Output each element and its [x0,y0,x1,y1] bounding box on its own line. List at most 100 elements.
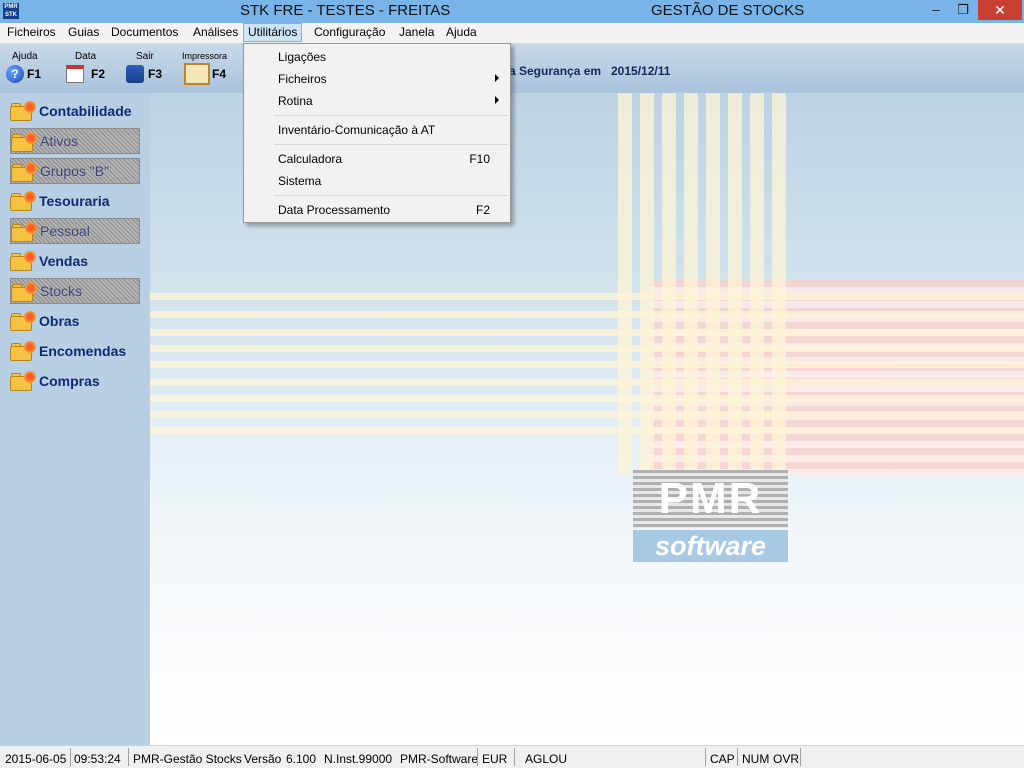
sidebar-item-grupos-b: Grupos "B" [10,158,140,184]
close-button[interactable]: ✕ [978,0,1022,20]
window-title: STK FRE - TESTES - FREITAS [240,2,451,19]
menu-item-ligacoes[interactable]: Ligações [244,46,510,68]
folder-icon [10,311,36,331]
sidebar-item-stocks: Stocks [10,278,140,304]
printer-tool-key: F4 [212,67,227,81]
menu-item-label: Inventário-Comunicação à AT [278,123,436,137]
submenu-arrow-icon [495,74,499,82]
folder-icon [11,222,37,242]
folder-icon [11,282,37,302]
status-bar: 2015-06-05 09:53:24 PMR-Gestão Stocks Ve… [0,745,1024,768]
sidebar-item-tesouraria[interactable]: Tesouraria [10,188,142,214]
menu-item-sistema[interactable]: Sistema [244,170,510,192]
minimize-button[interactable]: ‒ [922,0,950,20]
menu-item-calculadora[interactable]: Calculadora F10 [244,148,510,170]
exit-tool-button[interactable]: Sair F3 [126,47,166,89]
menu-item-shortcut: F10 [469,152,490,166]
status-separator [477,748,478,766]
logo-pmr-text: PMR [633,470,788,528]
help-tool-key: F1 [27,67,42,81]
sidebar-item-compras[interactable]: Compras [10,368,142,394]
menu-item-label: Ligações [278,50,327,64]
status-user: AGLOU [525,752,568,766]
menu-janela[interactable]: Janela [395,23,438,42]
status-separator [737,748,738,766]
menu-item-shortcut: F2 [475,203,490,217]
folder-icon [10,191,36,211]
exit-tool-key: F3 [148,67,163,81]
status-date: 2015-06-05 [5,752,67,766]
submenu-arrow-icon [495,96,499,104]
menu-documentos[interactable]: Documentos [107,23,182,42]
date-tool-label: Data [75,51,97,62]
background-vbar [640,93,654,473]
menu-analises[interactable]: Análises [189,23,242,42]
status-version-label: Versão [244,752,282,766]
sidebar-item-obras[interactable]: Obras [10,308,142,334]
sidebar-item-label: Ativos [40,133,79,149]
sidebar-item-label: Tesouraria [39,193,110,209]
background-vbar [662,93,676,473]
utilitarios-dropdown: Ligações Ficheiros Rotina Inventário-Com… [243,43,511,223]
sidebar-item-label: Contabilidade [39,103,132,119]
background-vbar [750,93,764,473]
window-subtitle: GESTÃO DE STOCKS [651,2,805,19]
status-time: 09:53:24 [74,752,121,766]
restore-button[interactable]: ❐ [950,0,976,20]
menu-item-inventario-at[interactable]: Inventário-Comunicação à AT [244,119,510,141]
status-separator [514,748,515,766]
menu-configuracao[interactable]: Configuração [310,23,389,42]
sidebar-item-vendas[interactable]: Vendas [10,248,142,274]
menu-item-rotina[interactable]: Rotina [244,90,510,112]
status-app-name: PMR-Gestão Stocks [133,752,242,766]
status-ovr: OVR [773,752,800,766]
menu-item-ficheiros[interactable]: Ficheiros [244,68,510,90]
sidebar-item-ativos: Ativos [10,128,140,154]
menu-item-label: Calculadora [278,152,343,166]
background-stripes [150,283,1024,453]
security-copy-date: 2015/12/11 [611,64,671,78]
status-currency: EUR [482,752,508,766]
folder-icon [11,132,37,152]
menu-bar: Ficheiros Guias Documentos Análises Util… [0,23,1024,43]
folder-icon [10,251,36,271]
sidebar-item-encomendas[interactable]: Encomendas [10,338,142,364]
menu-separator [274,195,508,196]
toolbar: Ajuda ? F1 Data F2 Sair F3 Impressora F4… [0,43,1024,93]
date-tool-key: F2 [91,67,106,81]
logo-software-text: software [633,530,788,562]
help-tool-button[interactable]: Ajuda ? F1 [6,47,46,89]
folder-icon [10,371,36,391]
status-version: 6.100 [286,752,317,766]
background-vbar [706,93,720,473]
help-tool-label: Ajuda [12,51,38,62]
menu-item-label: Data Processamento [278,203,391,217]
background-vbar [728,93,742,473]
background-vbar [684,93,698,473]
folder-icon [10,101,36,121]
printer-tool-label: Impressora [182,51,228,61]
folder-icon [11,162,37,182]
status-num: NUM [742,752,770,766]
menu-separator [274,144,508,145]
menu-item-label: Rotina [278,94,313,108]
printer-tool-button[interactable]: Impressora F4 [182,47,232,89]
pmr-software-logo: PMR software [633,470,788,562]
menu-guias[interactable]: Guias [64,23,103,42]
app-icon-text-top: PMR [4,4,18,10]
menu-separator [274,115,508,116]
sidebar-item-label: Pessoal [40,223,90,239]
sidebar-item-contabilidade[interactable]: Contabilidade [10,98,142,124]
status-separator [800,748,801,766]
printer-icon [184,63,210,85]
sidebar-item-pessoal: Pessoal [10,218,140,244]
menu-utilitarios[interactable]: Utilitários [243,23,303,42]
app-icon[interactable]: PMR STK [3,3,19,19]
background-vbar [772,93,786,473]
menu-ficheiros[interactable]: Ficheiros [3,23,60,42]
menu-item-data-processamento[interactable]: Data Processamento F2 [244,199,510,221]
sidebar-item-label: Compras [39,373,100,389]
date-tool-button[interactable]: Data F2 [66,47,108,89]
sidebar-item-label: Vendas [39,253,89,269]
menu-ajuda[interactable]: Ajuda [442,23,481,42]
